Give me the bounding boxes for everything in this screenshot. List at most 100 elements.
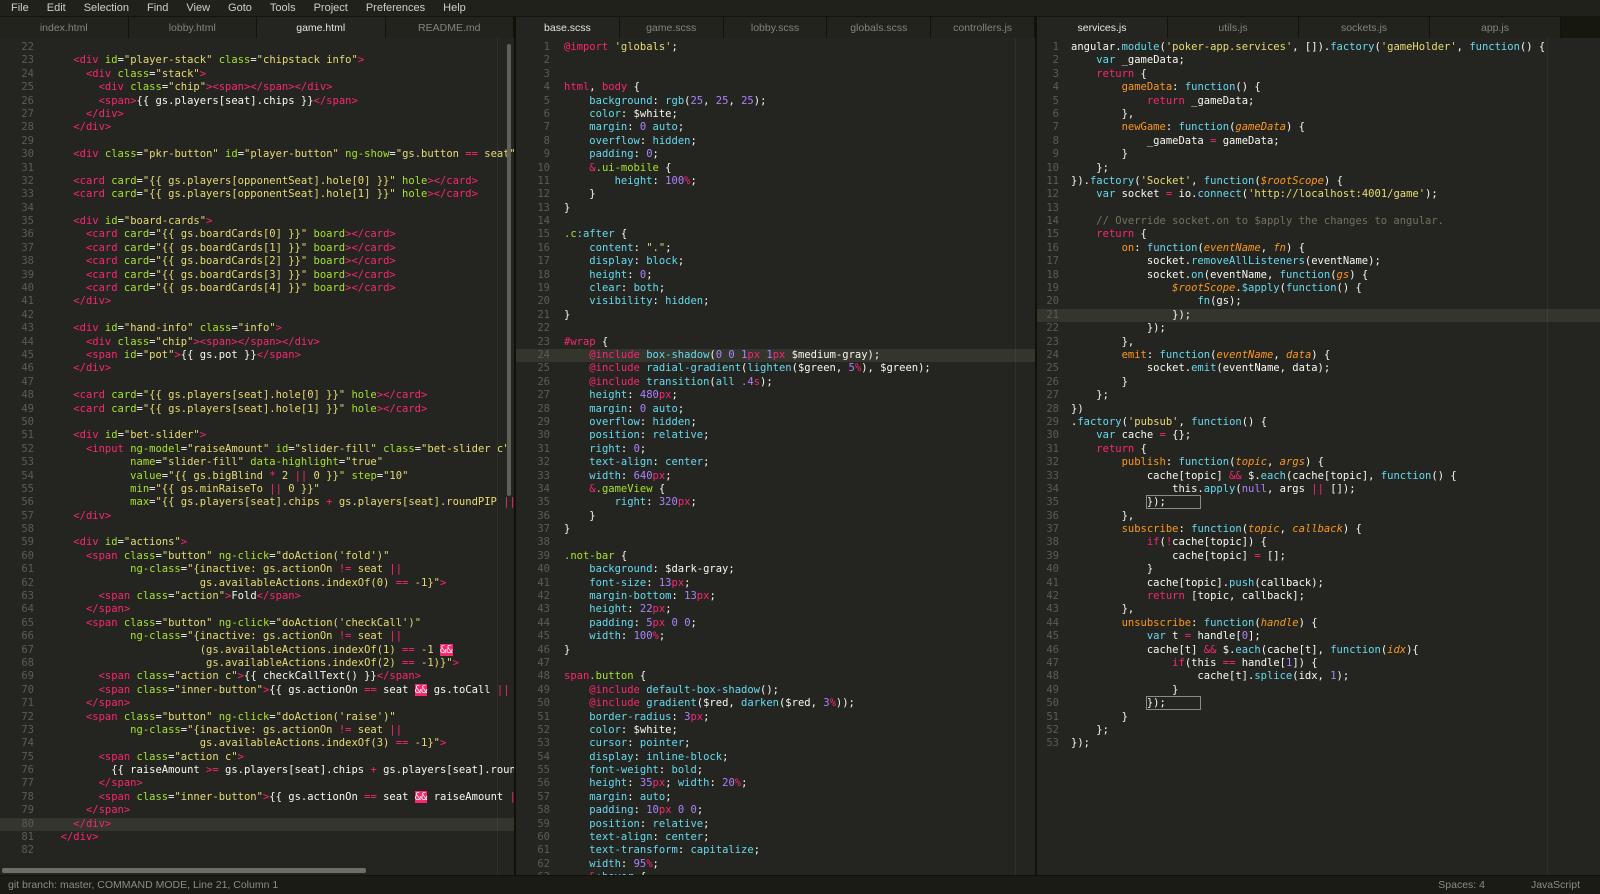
code-line[interactable]: 35 <div id="board-cards">: [0, 215, 514, 228]
status-syntax[interactable]: JavaScript: [1531, 879, 1580, 891]
code-line[interactable]: 37 subscribe: function(topic, callback) …: [1037, 523, 1600, 536]
code-line[interactable]: 41 cache[topic].push(callback);: [1037, 577, 1600, 590]
code-line[interactable]: 26 @include transition(all .4s);: [516, 376, 1035, 389]
code-line[interactable]: 54 display: inline-block;: [516, 751, 1035, 764]
code-line[interactable]: 47 if(this == handle[1]) {: [1037, 657, 1600, 670]
code-line[interactable]: 57 </div>: [0, 510, 514, 523]
code-line[interactable]: 76 {{ raiseAmount >= gs.players[seat].ch…: [0, 764, 514, 777]
code-line[interactable]: 34 &.gameView {: [516, 483, 1035, 496]
code-line[interactable]: 49 <card card="{{ gs.players[seat].hole[…: [0, 403, 514, 416]
code-line[interactable]: 43 },: [1037, 603, 1600, 616]
code-line[interactable]: 32 publish: function(topic, args) {: [1037, 456, 1600, 469]
tab-controllers.js[interactable]: controllers.js: [931, 17, 1035, 38]
code-line[interactable]: 75 <span class="action c">: [0, 751, 514, 764]
code-line[interactable]: 48 span.button {: [516, 670, 1035, 683]
code-line[interactable]: 2 var _gameData;: [1037, 54, 1600, 67]
code-line[interactable]: 9 padding: 0;: [516, 148, 1035, 161]
code-line[interactable]: 42 margin-bottom: 13px;: [516, 590, 1035, 603]
menu-item-find[interactable]: Find: [138, 2, 177, 14]
code-line[interactable]: 22: [516, 322, 1035, 335]
code-line[interactable]: 27 </div>: [0, 108, 514, 121]
code-line[interactable]: 33 cache[topic] && $.each(cache[topic], …: [1037, 470, 1600, 483]
menu-item-view[interactable]: View: [177, 2, 219, 14]
code-line[interactable]: 22 });: [1037, 322, 1600, 335]
code-line[interactable]: 6 color: $white;: [516, 108, 1035, 121]
code-line[interactable]: 57 margin: auto;: [516, 791, 1035, 804]
code-line[interactable]: 54 value="{{ gs.bigBlind * 2 || 0 }}" st…: [0, 470, 514, 483]
menu-item-help[interactable]: Help: [434, 2, 475, 14]
code-line[interactable]: 19 $rootScope.$apply(function() {: [1037, 282, 1600, 295]
menu-item-file[interactable]: File: [2, 2, 38, 14]
vertical-scrollbar[interactable]: [507, 44, 511, 496]
tab-globals.scss[interactable]: globals.scss: [827, 17, 932, 38]
code-line[interactable]: 40 background: $dark-gray;: [516, 563, 1035, 576]
code-line[interactable]: 53 cursor: pointer;: [516, 737, 1035, 750]
code-line[interactable]: 5 background: rgb(25, 25, 25);: [516, 95, 1035, 108]
code-line[interactable]: 8 overflow: hidden;: [516, 135, 1035, 148]
tab-app.js[interactable]: app.js: [1430, 17, 1561, 38]
code-line[interactable]: 6 },: [1037, 108, 1600, 121]
code-line[interactable]: 50 });: [1037, 696, 1600, 711]
code-line[interactable]: 49 @include default-box-shadow();: [516, 684, 1035, 697]
code-line[interactable]: 73 ng-class="{inactive: gs.actionOn != s…: [0, 724, 514, 737]
code-line[interactable]: 72 <span class="button" ng-click="doActi…: [0, 711, 514, 724]
code-line[interactable]: 42: [0, 309, 514, 322]
code-line[interactable]: 3: [516, 68, 1035, 81]
code-line[interactable]: 22: [0, 41, 514, 54]
horizontal-scrollbar[interactable]: [2, 868, 366, 873]
code-line[interactable]: 24 emit: function(eventName, data) {: [1037, 349, 1600, 362]
tab-services.js[interactable]: services.js: [1037, 17, 1168, 38]
tab-base.scss[interactable]: base.scss: [516, 17, 620, 38]
code-line[interactable]: 60 <span class="button" ng-click="doActi…: [0, 550, 514, 563]
code-line[interactable]: 66 ng-class="{inactive: gs.actionOn != s…: [0, 630, 514, 643]
code-line[interactable]: 8 _gameData = gameData;: [1037, 135, 1600, 148]
tab-sockets.js[interactable]: sockets.js: [1299, 17, 1430, 38]
menu-item-selection[interactable]: Selection: [75, 2, 138, 14]
code-line[interactable]: 38 if(!cache[topic]) {: [1037, 536, 1600, 549]
code-line[interactable]: 24 <div class="stack">: [0, 68, 514, 81]
code-line[interactable]: 69 <span class="action c">{{ checkCallTe…: [0, 670, 514, 683]
code-line[interactable]: 58: [0, 523, 514, 536]
code-line[interactable]: 65 <span class="button" ng-click="doActi…: [0, 617, 514, 630]
code-line[interactable]: 44 <div class="chip"><span></span></div>: [0, 336, 514, 349]
code-line[interactable]: 58 padding: 10px 0 0;: [516, 804, 1035, 817]
code-line[interactable]: 25 <div class="chip"><span></span></div>: [0, 81, 514, 94]
code-line[interactable]: 46}: [516, 644, 1035, 657]
code-line[interactable]: 42 return [topic, callback];: [1037, 590, 1600, 603]
code-line[interactable]: 43 height: 22px;: [516, 603, 1035, 616]
code-line[interactable]: 23 },: [1037, 336, 1600, 349]
code-line[interactable]: 25 socket.emit(eventName, data);: [1037, 362, 1600, 375]
code-line[interactable]: 36 }: [516, 510, 1035, 523]
code-line[interactable]: 62 width: 95%;: [516, 858, 1035, 871]
code-line[interactable]: 31 right: 0;: [516, 443, 1035, 456]
code-line[interactable]: 31 return {: [1037, 443, 1600, 456]
code-line[interactable]: 13}: [516, 202, 1035, 215]
code-line[interactable]: 10 &.ui-mobile {: [516, 162, 1035, 175]
code-line[interactable]: 35 });: [1037, 495, 1600, 510]
code-line[interactable]: 30 var cache = {};: [1037, 429, 1600, 442]
code-line[interactable]: 81 </div>: [0, 831, 514, 844]
code-line[interactable]: 39 .not-bar {: [516, 550, 1035, 563]
code-line[interactable]: 37}: [516, 523, 1035, 536]
code-line[interactable]: 55 min="{{ gs.minRaiseTo || 0 }}": [0, 483, 514, 496]
code-line[interactable]: 67 (gs.availableActions.indexOf(1) == -1…: [0, 643, 514, 657]
code-line[interactable]: 21}: [516, 309, 1035, 322]
tab-index.html[interactable]: index.html: [0, 17, 129, 38]
code-line[interactable]: 80 </div>: [0, 817, 514, 832]
code-line[interactable]: 70 <span class="inner-button">{{ gs.acti…: [0, 683, 514, 697]
code-line[interactable]: 63 <span class="action">Fold</span>: [0, 590, 514, 603]
code-line[interactable]: 18 socket.on(eventName, function(gs) {: [1037, 269, 1600, 282]
code-line[interactable]: 40 }: [1037, 563, 1600, 576]
code-line[interactable]: 52 color: $white;: [516, 724, 1035, 737]
code-line[interactable]: 29: [0, 135, 514, 148]
code-line[interactable]: 7 margin: 0 auto;: [516, 121, 1035, 134]
code-line[interactable]: 36 <card card="{{ gs.boardCards[0] }}" b…: [0, 228, 514, 241]
code-line[interactable]: 15 return {: [1037, 228, 1600, 241]
code-line[interactable]: 23 <div id="player-stack" class="chipsta…: [0, 54, 514, 67]
menu-item-project[interactable]: Project: [305, 2, 357, 14]
status-spaces[interactable]: Spaces: 4: [1438, 879, 1485, 891]
code-line[interactable]: 30 <div class="pkr-button" id="player-bu…: [0, 148, 514, 161]
code-line[interactable]: 52 };: [1037, 724, 1600, 737]
code-line[interactable]: 28}): [1037, 403, 1600, 416]
code-line[interactable]: 45 width: 100%;: [516, 630, 1035, 643]
